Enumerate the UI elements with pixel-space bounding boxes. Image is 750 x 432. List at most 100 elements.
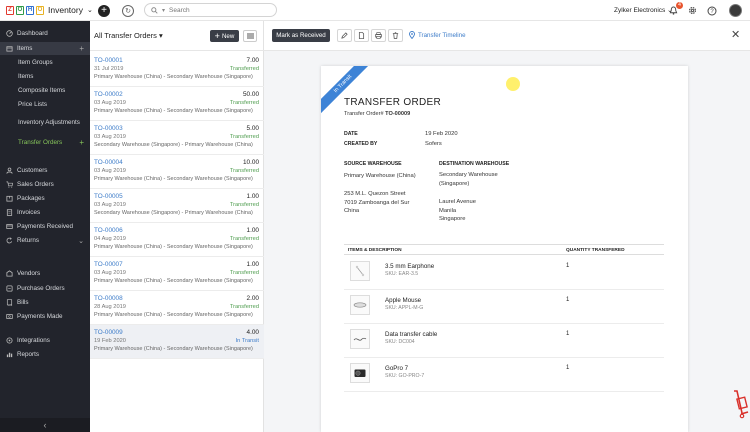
sidebar-item-dashboard[interactable]: Dashboard — [0, 27, 90, 40]
chevron-down-icon[interactable]: ⌄ — [78, 237, 84, 245]
sidebar-item-payments-made[interactable]: Payments Made — [0, 310, 90, 323]
sidebar-item-label: Items — [17, 45, 33, 52]
app-logo[interactable]: Z O H O Inventory ⌄ — [6, 5, 93, 15]
list-item-selected[interactable]: TO-00009 4.00 19 Feb 2020 In Transit Prima… — [90, 325, 264, 359]
sidebar-item-payments-received[interactable]: Payments Received — [0, 220, 90, 233]
sidebar-item-packages[interactable]: Packages — [0, 192, 90, 205]
transfer-order-detail: Mark as Received Transfer Timeline ✕ In … — [264, 21, 750, 432]
logo-letter-icon: Z — [6, 5, 14, 15]
sidebar-item-transfer-orders[interactable]: Transfer Orders + — [0, 136, 90, 149]
new-button-label: New — [221, 32, 235, 40]
sidebar-item-composite-items[interactable]: Composite Items — [0, 84, 90, 97]
avatar[interactable] — [729, 4, 742, 17]
item-quantity: 1 — [566, 331, 570, 337]
sidebar-item-integrations[interactable]: Integrations — [0, 334, 90, 347]
sidebar-item-purchase-orders[interactable]: Purchase Orders — [0, 282, 90, 295]
order-qty: 7.00 — [246, 57, 259, 64]
sidebar-item-returns[interactable]: Returns ⌄ — [0, 234, 90, 247]
payment-icon — [6, 224, 13, 229]
sidebar-item-items-list[interactable]: Items — [0, 70, 90, 83]
order-number-prefix: Transfer Order# — [344, 111, 384, 117]
status-badge: Transferred — [229, 236, 259, 242]
sidebar-item-customers[interactable]: Customers — [0, 164, 90, 177]
printer-icon — [375, 32, 382, 39]
list-item[interactable]: TO-00005 1.00 03 Aug 2019 Transferred Seco… — [90, 189, 264, 223]
sidebar-item-label: Price Lists — [18, 101, 48, 108]
order-id[interactable]: TO-00009 — [94, 329, 123, 336]
list-item[interactable]: TO-00003 5.00 03 Aug 2019 Transferred Seco… — [90, 121, 264, 155]
pdf-button[interactable] — [354, 29, 369, 42]
sidebar-item-inventory-adjustments[interactable]: Inventory Adjustments — [0, 113, 80, 133]
status-badge: Transferred — [229, 202, 259, 208]
sidebar-item-label: Returns — [17, 237, 40, 244]
sidebar-item-label: Vendors — [17, 270, 41, 277]
hand-truck-icon[interactable] — [731, 389, 749, 419]
order-route: Primary Warehouse (China) - Secondary Wa… — [94, 278, 253, 284]
sidebar-item-items[interactable]: Items + — [0, 42, 90, 55]
order-date: 04 Aug 2019 — [94, 236, 126, 242]
help-icon[interactable]: ? — [706, 5, 717, 16]
add-item-button[interactable]: + — [79, 44, 84, 53]
destination-warehouse-label: DESTINATION WAREHOUSE — [439, 161, 510, 167]
order-id[interactable]: TO-00005 — [94, 193, 123, 200]
edit-button[interactable] — [337, 29, 352, 42]
list-item[interactable]: TO-00007 1.00 03 Aug 2019 Transferred Prim… — [90, 257, 264, 291]
search-bar[interactable]: ▾ — [144, 3, 277, 17]
sidebar-item-bills[interactable]: Bills — [0, 296, 90, 309]
list-item[interactable]: TO-00008 2.00 28 Aug 2019 Transferred Prim… — [90, 291, 264, 325]
order-id[interactable]: TO-00006 — [94, 227, 123, 234]
history-icon[interactable]: ↻ — [122, 5, 134, 17]
delete-button[interactable] — [388, 29, 403, 42]
order-qty: 4.00 — [246, 329, 259, 336]
timeline-label: Transfer Timeline — [418, 31, 466, 39]
chevron-down-icon: ⌄ — [86, 7, 93, 14]
mouse-image — [350, 295, 370, 315]
package-icon — [6, 195, 13, 202]
print-button[interactable] — [371, 29, 386, 42]
logo-letter-icon: H — [26, 5, 34, 15]
sidebar-item-reports[interactable]: Reports — [0, 348, 90, 361]
order-id[interactable]: TO-00007 — [94, 261, 123, 268]
status-badge: Transferred — [229, 270, 259, 276]
top-bar: Z O H O Inventory ⌄ + ↻ ▾ Zylker Electro… — [0, 0, 750, 21]
payment-made-icon — [6, 314, 13, 319]
sidebar-item-label: Sales Orders — [17, 181, 54, 188]
order-date: 03 Aug 2019 — [94, 134, 126, 140]
order-id[interactable]: TO-00008 — [94, 295, 123, 302]
source-warehouse-address: 253 M.L. Quezon Street 7019 Zamboanga de… — [344, 191, 410, 214]
new-button[interactable]: + New — [210, 30, 239, 42]
quick-create-button[interactable]: + — [98, 5, 110, 17]
sidebar-item-invoices[interactable]: Invoices — [0, 206, 90, 219]
list-menu-button[interactable] — [243, 30, 257, 42]
list-item[interactable]: TO-00004 10.00 03 Aug 2019 Transferred Pri… — [90, 155, 264, 189]
sidebar-item-sales-orders[interactable]: Sales Orders — [0, 178, 90, 191]
order-id[interactable]: TO-00004 — [94, 159, 123, 166]
sidebar-item-label: Payments Received — [17, 223, 73, 230]
list-item[interactable]: TO-00006 1.00 04 Aug 2019 Transferred Prim… — [90, 223, 264, 257]
pencil-icon — [341, 32, 348, 39]
sidebar-item-vendors[interactable]: Vendors — [0, 267, 90, 280]
organization-switcher[interactable]: Zylker Electronics ⌄ — [614, 6, 673, 14]
collapse-sidebar-button[interactable]: ‹ — [0, 418, 90, 432]
close-icon[interactable]: ✕ — [731, 30, 740, 41]
order-id[interactable]: TO-00002 — [94, 91, 123, 98]
list-item[interactable]: TO-00001 7.00 31 Jul 2019 Transferred Prim… — [90, 53, 264, 87]
search-dropdown-icon[interactable]: ▾ — [162, 7, 165, 14]
list-title: All Transfer Orders — [94, 31, 157, 40]
order-date: 03 Aug 2019 — [94, 202, 126, 208]
order-route: Secondary Warehouse (Singapore) - Primar… — [94, 210, 253, 216]
add-transfer-order-button[interactable]: + — [79, 138, 84, 147]
gear-icon[interactable] — [687, 5, 698, 16]
sidebar-item-item-groups[interactable]: Item Groups — [0, 56, 90, 69]
cart-icon — [6, 181, 13, 188]
list-view-selector[interactable]: All Transfer Orders ▾ — [94, 31, 163, 40]
order-id[interactable]: TO-00001 — [94, 57, 123, 64]
order-id[interactable]: TO-00003 — [94, 125, 123, 132]
list-item[interactable]: TO-00002 50.00 03 Aug 2019 Transferred Pri… — [90, 87, 264, 121]
transfer-timeline-link[interactable]: Transfer Timeline — [409, 31, 466, 39]
sidebar-item-label: Integrations — [17, 337, 50, 344]
sidebar-item-price-lists[interactable]: Price Lists — [0, 98, 90, 111]
mark-as-received-button[interactable]: Mark as Received — [272, 29, 330, 42]
search-input[interactable] — [169, 6, 270, 14]
dashboard-icon — [6, 30, 13, 37]
